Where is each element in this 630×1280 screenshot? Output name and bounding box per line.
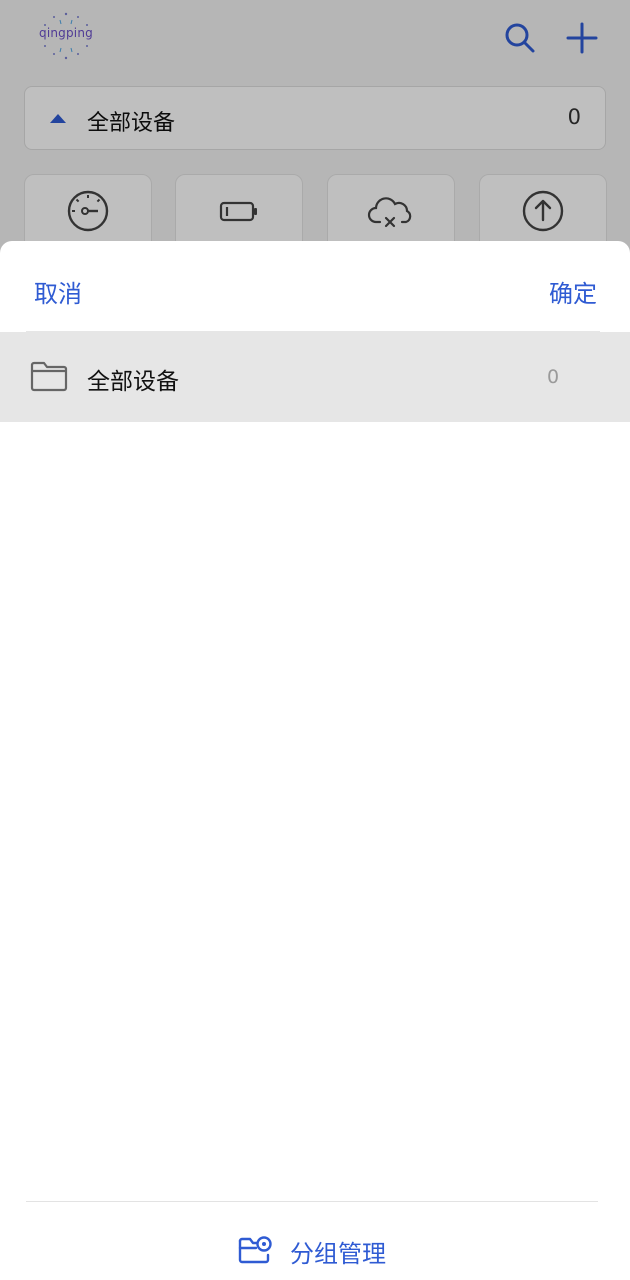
cancel-button[interactable]: 取消 <box>34 274 82 309</box>
group-item-all-devices[interactable]: 全部设备 0 <box>0 332 630 422</box>
sheet-header: 取消 确定 <box>0 241 630 331</box>
group-item-name: 全部设备 <box>87 369 179 395</box>
group-item-count: 0 <box>547 366 560 388</box>
manage-groups-button[interactable]: 分组管理 <box>238 1231 386 1271</box>
confirm-button[interactable]: 确定 <box>549 274 597 309</box>
manage-groups-label: 分组管理 <box>290 1239 386 1268</box>
divider <box>26 1201 598 1202</box>
folder-settings-icon <box>238 1236 272 1264</box>
group-picker-sheet: 取消 确定 全部设备 0 分组管理 <box>0 241 630 1280</box>
folder-icon <box>30 361 68 392</box>
